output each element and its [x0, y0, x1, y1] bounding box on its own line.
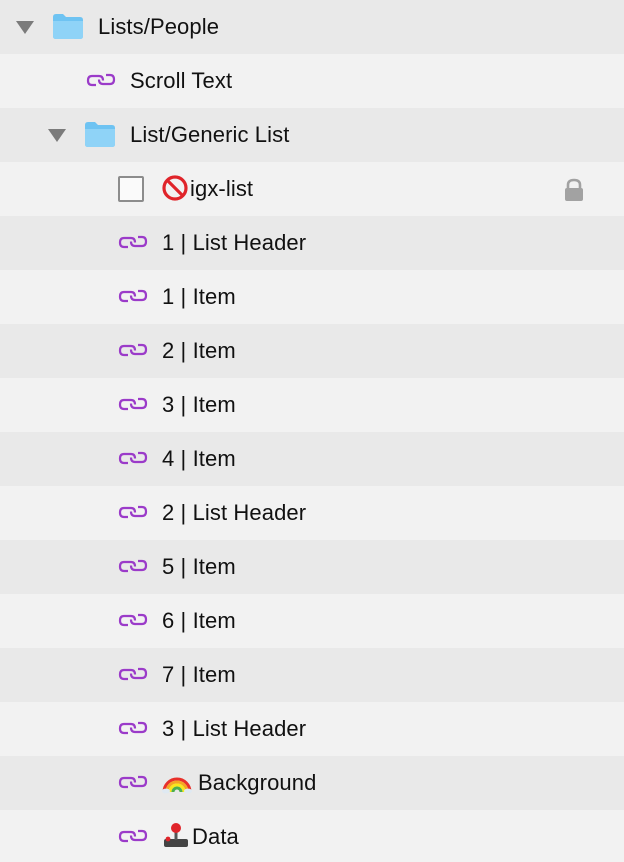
symbol-link-icon	[118, 230, 148, 254]
layer-row-generic-list[interactable]: List/Generic List	[0, 108, 624, 162]
folder-icon	[52, 12, 84, 40]
layer-row-list-header-2[interactable]: 2 | List Header	[0, 486, 624, 540]
symbol-link-icon	[118, 284, 148, 308]
joystick-icon	[164, 823, 188, 847]
symbol-link-icon	[118, 608, 148, 632]
disclosure-triangle-expanded-icon[interactable]	[14, 16, 36, 38]
layer-label-wrapper: Data	[162, 810, 239, 862]
layer-label-wrapper: igx-list	[162, 162, 253, 216]
layer-label: Lists/People	[98, 14, 220, 39]
lock-icon[interactable]	[563, 178, 585, 202]
symbol-link-icon	[118, 824, 148, 848]
layer-row-item-1[interactable]: 1 | Item	[0, 270, 624, 324]
layer-row-lists-people[interactable]: Lists/People	[0, 0, 624, 54]
no-entry-icon	[162, 175, 188, 201]
layer-label: List/Generic List	[130, 122, 290, 147]
symbol-link-icon	[118, 716, 148, 740]
layer-label: 2 | List Header	[162, 500, 307, 525]
symbol-link-icon	[118, 338, 148, 362]
layer-label: 1 | Item	[162, 284, 236, 309]
layer-row-data[interactable]: Data	[0, 810, 624, 862]
layer-label: 4 | Item	[162, 446, 236, 471]
symbol-link-icon	[118, 446, 148, 470]
layer-row-list-header-1[interactable]: 1 | List Header	[0, 216, 624, 270]
layer-label: Scroll Text	[130, 68, 233, 93]
layer-row-item-5[interactable]: 5 | Item	[0, 540, 624, 594]
layer-label: 2 | Item	[162, 338, 236, 363]
rainbow-icon	[162, 777, 192, 794]
layer-row-item-6[interactable]: 6 | Item	[0, 594, 624, 648]
layer-row-item-4[interactable]: 4 | Item	[0, 432, 624, 486]
disclosure-triangle-expanded-icon[interactable]	[46, 124, 68, 146]
symbol-link-icon	[86, 68, 116, 92]
symbol-link-icon	[118, 770, 148, 794]
layer-label: Data	[192, 824, 239, 849]
layers-panel: Lists/People Scroll Text List/Generic Li…	[0, 0, 624, 862]
layer-label: 3 | Item	[162, 392, 236, 417]
layer-label: 6 | Item	[162, 608, 236, 633]
layer-label: 1 | List Header	[162, 230, 307, 255]
symbol-link-icon	[118, 554, 148, 578]
layer-row-item-3[interactable]: 3 | Item	[0, 378, 624, 432]
symbol-link-icon	[118, 500, 148, 524]
layer-label: Background	[198, 770, 317, 795]
layer-row-scroll-text[interactable]: Scroll Text	[0, 54, 624, 108]
layer-row-igx-list[interactable]: igx-list	[0, 162, 624, 216]
layer-label-wrapper: Background	[162, 756, 316, 810]
layer-row-item-7[interactable]: 7 | Item	[0, 648, 624, 702]
layer-label: 5 | Item	[162, 554, 236, 579]
layer-label: 7 | Item	[162, 662, 236, 687]
layer-label: igx-list	[190, 176, 254, 201]
symbol-link-icon	[118, 392, 148, 416]
symbol-link-icon	[118, 662, 148, 686]
layer-label: 3 | List Header	[162, 716, 307, 741]
layer-row-background[interactable]: Background	[0, 756, 624, 810]
layer-row-item-2[interactable]: 2 | Item	[0, 324, 624, 378]
layer-row-list-header-3[interactable]: 3 | List Header	[0, 702, 624, 756]
layer-visibility-checkbox[interactable]	[118, 176, 144, 202]
folder-icon	[84, 120, 116, 148]
